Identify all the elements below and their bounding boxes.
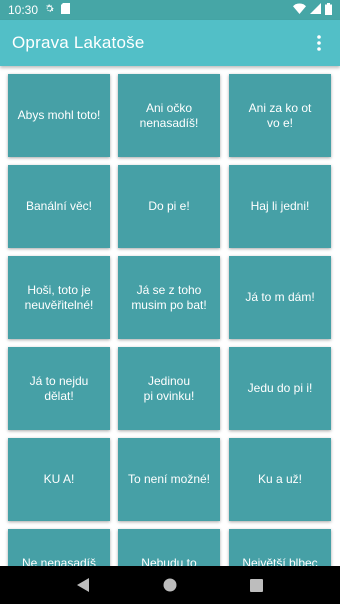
sound-button[interactable]: Největší blbec [229, 529, 331, 566]
app-bar: Oprava Lakatoše [0, 20, 340, 66]
back-icon[interactable] [71, 573, 95, 597]
sound-button[interactable]: To není možné! [118, 438, 220, 521]
battery-icon [325, 2, 332, 18]
sound-button[interactable]: Abys mohl toto! [8, 74, 110, 157]
sound-button[interactable]: Já to m dám! [229, 256, 331, 339]
sound-button[interactable]: Já se z toho musim po bat! [118, 256, 220, 339]
app-title: Oprava Lakatoše [12, 33, 145, 52]
sound-button[interactable]: Hoši, toto je neuvěřitelné! [8, 256, 110, 339]
sound-button[interactable]: Ku a už! [229, 438, 331, 521]
signal-icon [310, 3, 321, 17]
sound-button[interactable]: Banální věc! [8, 165, 110, 248]
navigation-bar [0, 566, 340, 604]
settings-icon [44, 3, 55, 17]
sound-button[interactable]: Haj li jedni! [229, 165, 331, 248]
sound-button[interactable]: Nebudu to [118, 529, 220, 566]
sound-button[interactable]: Já to nejdu dělat! [8, 347, 110, 430]
sound-button[interactable]: KU A! [8, 438, 110, 521]
wifi-icon [293, 3, 306, 17]
sound-button-grid: Abys mohl toto! Ani očko nenasadíš! Ani … [0, 66, 340, 566]
more-options-icon[interactable] [310, 30, 328, 56]
sound-button[interactable]: Ne nenasadíš [8, 529, 110, 566]
status-bar: 10:30 [0, 0, 340, 20]
sound-button[interactable]: Jedu do pi i! [229, 347, 331, 430]
sound-button[interactable]: Jedinou pi ovinku! [118, 347, 220, 430]
sd-card-icon [61, 3, 71, 17]
recents-icon[interactable] [245, 573, 269, 597]
home-icon[interactable] [158, 573, 182, 597]
sound-button[interactable]: Ani za ko ot vo e! [229, 74, 331, 157]
sound-button[interactable]: Ani očko nenasadíš! [118, 74, 220, 157]
sound-button[interactable]: Do pi e! [118, 165, 220, 248]
status-time: 10:30 [8, 3, 39, 17]
